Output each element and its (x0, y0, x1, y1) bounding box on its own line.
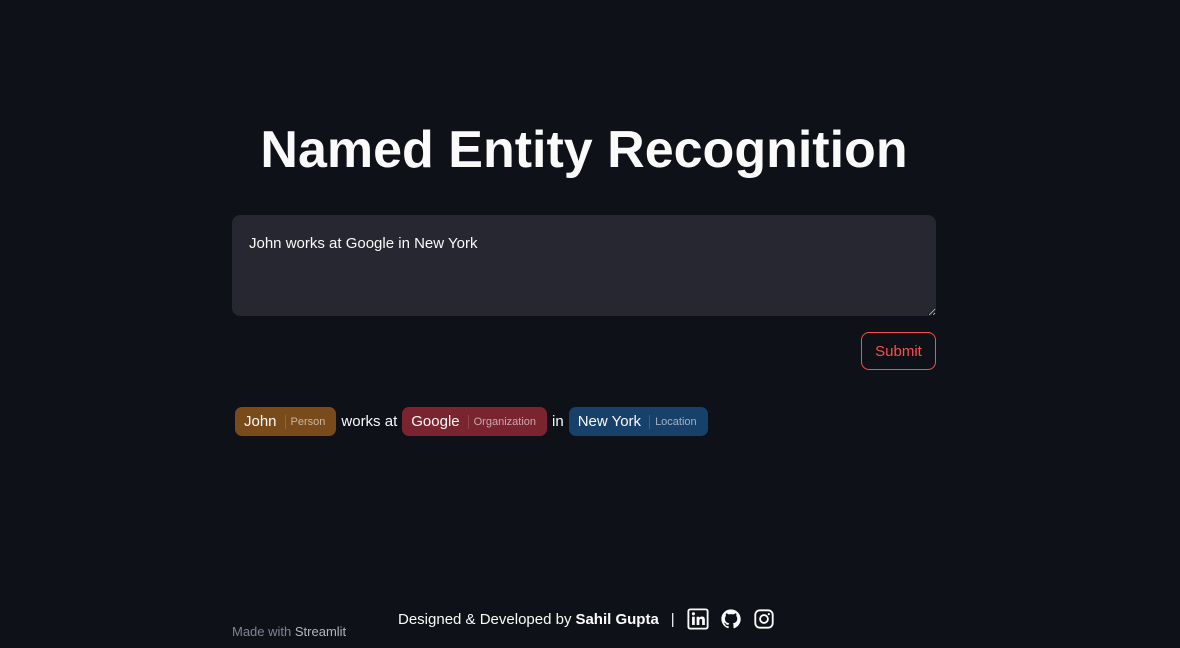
linkedin-icon[interactable] (687, 608, 709, 630)
author-name: Sahil Gupta (575, 610, 659, 628)
submit-button[interactable]: Submit (861, 332, 936, 370)
entity-text: Google (411, 413, 460, 430)
credits-bar: Designed & Developed by Sahil Gupta | (398, 607, 786, 631)
instagram-icon[interactable] (753, 608, 775, 630)
credits-prefix: Designed & Developed by (398, 610, 572, 628)
github-icon[interactable] (720, 608, 742, 630)
entity-organization: Google Organization (402, 407, 547, 436)
credits-separator: | (670, 610, 675, 628)
app-page: Named Entity Recognition Submit John Per… (0, 0, 1180, 648)
entity-label: Organization (467, 414, 536, 429)
page-title: Named Entity Recognition (260, 121, 908, 179)
streamlit-link[interactable]: Streamlit (295, 624, 346, 639)
plain-text: works at (341, 413, 398, 430)
ner-result: John Person works at Google Organization… (235, 407, 708, 436)
entity-location: New York Location (568, 407, 708, 436)
entity-label: Location (649, 414, 697, 429)
entity-text: New York (577, 413, 642, 430)
plain-text: in (552, 413, 564, 430)
made-with-text: Made with (232, 624, 292, 639)
entity-label: Person (284, 414, 325, 429)
entity-text: John (244, 413, 277, 430)
made-with-footer: Made with Streamlit (232, 624, 346, 639)
text-input[interactable] (232, 215, 936, 316)
entity-person: John Person (235, 407, 337, 436)
